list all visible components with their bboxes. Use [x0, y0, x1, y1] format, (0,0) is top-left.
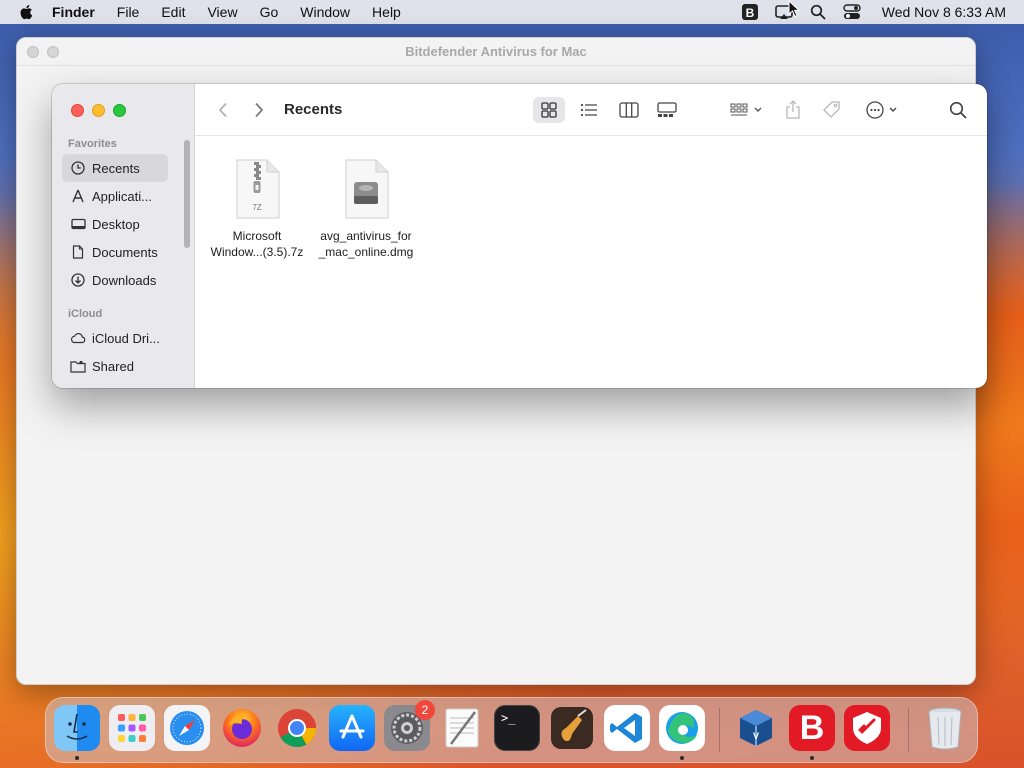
file-item-archive[interactable]: 7Z Microsoft Window...(3.5).7z: [202, 158, 312, 260]
sidebar-item-downloads[interactable]: Downloads: [62, 266, 168, 294]
download-icon: [70, 272, 86, 288]
sidebar-item-label: Documents: [92, 244, 158, 260]
menu-bar: Finder File Edit View Go Window Help B W…: [0, 0, 1024, 24]
textedit-icon[interactable]: [439, 705, 485, 751]
sidebar-item-label: Applicati...: [92, 188, 152, 204]
mouse-cursor: [788, 0, 800, 18]
tag-icon[interactable]: [819, 97, 845, 123]
app-store-icon[interactable]: [329, 705, 375, 751]
terminal-prompt: >_: [501, 711, 516, 725]
menu-file[interactable]: File: [117, 4, 140, 20]
bitdefender-vpn-icon[interactable]: [844, 705, 890, 751]
sidebar-scrollbar[interactable]: [184, 140, 190, 248]
traffic-lights: [71, 100, 194, 120]
gallery-view-button[interactable]: [651, 97, 683, 123]
search-icon[interactable]: [947, 99, 969, 121]
clock-icon: [70, 160, 86, 176]
file-name-line1: Microsoft: [232, 229, 282, 243]
trash-icon[interactable]: [922, 705, 968, 751]
bitdefender-status-icon[interactable]: B: [740, 3, 760, 21]
more-actions-button[interactable]: [863, 97, 903, 123]
group-by-button[interactable]: [725, 97, 769, 123]
svg-text:V: V: [753, 731, 759, 741]
dock: 2 >_ V B: [45, 697, 978, 763]
menu-go[interactable]: Go: [260, 4, 279, 20]
sidebar-item-label: Recents: [92, 160, 140, 176]
applications-icon: [70, 188, 86, 204]
bitdefender-icon[interactable]: B: [789, 705, 835, 760]
dock-separator: [908, 708, 909, 752]
finder-toolbar: Recents: [195, 84, 987, 136]
cloud-icon: [70, 330, 86, 346]
shared-folder-icon: [70, 358, 86, 374]
file-type-label: 7Z: [252, 203, 262, 212]
svg-text:B: B: [745, 6, 754, 20]
sidebar-item-recents[interactable]: Recents: [62, 154, 168, 182]
system-settings-icon[interactable]: 2: [384, 700, 435, 751]
sidebar-item-documents[interactable]: Documents: [62, 238, 168, 266]
sidebar-item-label: Downloads: [92, 272, 157, 288]
share-icon[interactable]: [781, 96, 805, 124]
bitdefender-letter: B: [799, 708, 825, 747]
sidebar-header-favorites: Favorites: [68, 138, 117, 150]
vscode-icon[interactable]: [604, 705, 650, 751]
menu-help[interactable]: Help: [372, 4, 401, 20]
virtualbox-icon[interactable]: V: [733, 705, 779, 751]
notification-badge: 2: [415, 700, 435, 720]
sidebar-item-label: Desktop: [92, 216, 140, 232]
disk-image-file-icon: [342, 158, 390, 220]
finder-window: Favorites Recents Applicati... Desktop D…: [52, 84, 987, 388]
terminal-icon[interactable]: >_: [494, 705, 540, 751]
sidebar-item-applications[interactable]: Applicati...: [62, 182, 168, 210]
search-icon[interactable]: [808, 3, 828, 21]
control-center-icon[interactable]: [842, 3, 862, 21]
document-icon: [70, 244, 86, 260]
menu-window[interactable]: Window: [300, 4, 350, 20]
desktop-icon: [70, 216, 86, 232]
file-name-line2: _mac_online.dmg: [318, 245, 414, 259]
finder-icon[interactable]: [54, 705, 100, 760]
menu-edit[interactable]: Edit: [161, 4, 185, 20]
dock-separator: [719, 708, 720, 752]
firefox-icon[interactable]: [219, 705, 265, 751]
list-view-button[interactable]: [573, 97, 605, 123]
safari-icon[interactable]: [164, 705, 210, 751]
sidebar-item-icloud-drive[interactable]: iCloud Dri...: [62, 324, 168, 352]
file-item-dmg[interactable]: avg_antivirus_for _mac_online.dmg: [311, 158, 421, 260]
column-view-button[interactable]: [613, 97, 645, 123]
icon-view-button[interactable]: [533, 97, 565, 123]
menu-view[interactable]: View: [207, 4, 237, 20]
sidebar-item-shared[interactable]: Shared: [62, 352, 168, 380]
running-indicator: [810, 756, 814, 760]
close-button[interactable]: [71, 103, 84, 117]
apple-icon[interactable]: [18, 3, 36, 21]
bitdefender-window-titlebar: Bitdefender Antivirus for Mac: [17, 38, 975, 66]
zoom-button[interactable]: [113, 103, 126, 117]
forward-button[interactable]: [251, 100, 267, 120]
finder-content: Recents 7Z Microsoft Window...(3.5).7z a…: [195, 84, 987, 388]
sidebar-header-icloud: iCloud: [68, 308, 103, 320]
back-button[interactable]: [215, 100, 231, 120]
sidebar-item-label: Shared: [92, 358, 134, 374]
chrome-icon[interactable]: [274, 705, 320, 751]
minimize-button[interactable]: [92, 103, 105, 117]
archive-file-icon: 7Z: [233, 158, 281, 220]
menu-app-name[interactable]: Finder: [52, 4, 95, 20]
file-name-line2: Window...(3.5).7z: [210, 245, 304, 259]
sidebar-item-label: iCloud Dri...: [92, 330, 160, 346]
running-indicator: [680, 756, 684, 760]
window-title: Recents: [284, 101, 343, 118]
garageband-icon[interactable]: [549, 705, 595, 751]
bitdefender-window-title: Bitdefender Antivirus for Mac: [405, 44, 587, 59]
launchpad-icon[interactable]: [109, 705, 155, 751]
sidebar-item-desktop[interactable]: Desktop: [62, 210, 168, 238]
file-name-line1: avg_antivirus_for: [320, 229, 412, 243]
edge-icon[interactable]: [659, 705, 705, 760]
finder-sidebar: Favorites Recents Applicati... Desktop D…: [52, 84, 195, 388]
menu-clock[interactable]: Wed Nov 8 6:33 AM: [882, 4, 1006, 20]
running-indicator: [75, 756, 79, 760]
